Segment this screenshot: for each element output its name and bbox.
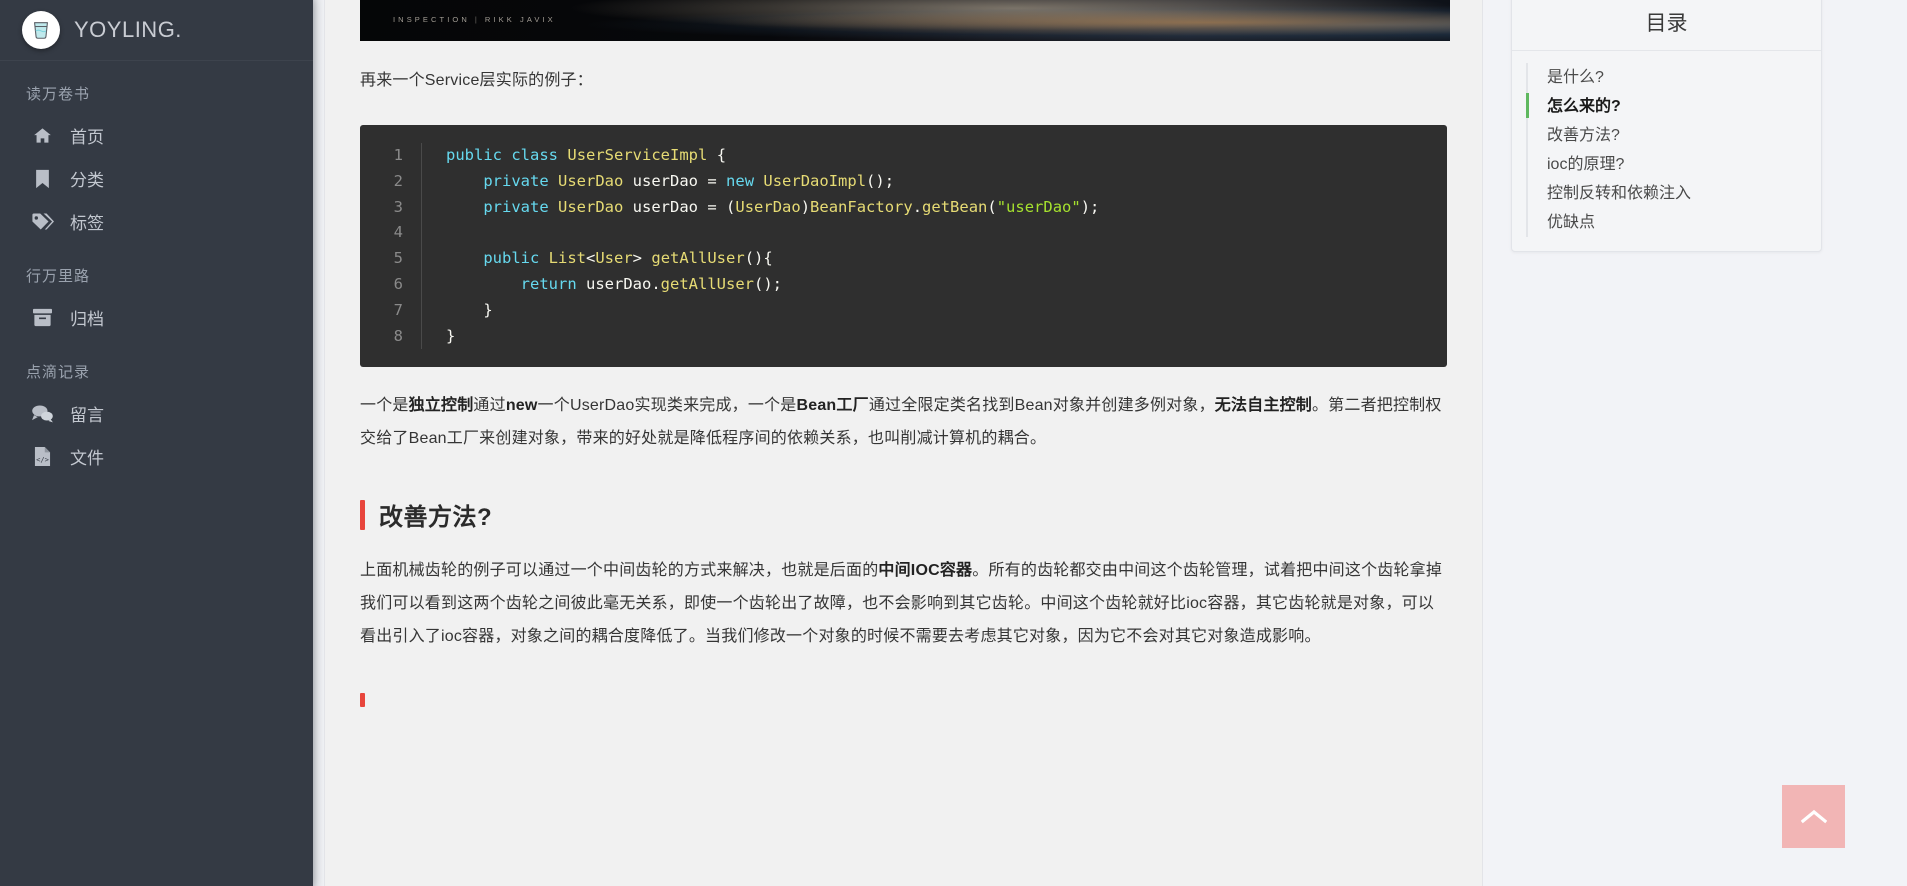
toc-list: 是什么? 怎么来的? 改善方法? ioc的原理? 控制反转和依赖注入 优缺点 [1512, 51, 1821, 251]
code-line-number: 4 [393, 223, 403, 242]
code-line: } [446, 326, 456, 345]
sidebar-item-label: 标签 [70, 214, 104, 233]
sidebar-item-tags[interactable]: 标签 [0, 200, 313, 243]
sidebar-item-label: 首页 [70, 128, 104, 147]
article-banner-image: INSPECTION | RIKK JAVIX [360, 0, 1450, 41]
app-root: YOYLING. 读万卷书 首页 分类 标签 行万里路 归档 点滴记录 留言 <… [0, 0, 1907, 886]
svg-text:</>: </> [36, 455, 49, 464]
sidebar-gutter [313, 0, 324, 886]
code-line-number: 7 [393, 300, 403, 319]
sidebar-item-home[interactable]: 首页 [0, 114, 313, 157]
nav-section-title-2: 点滴记录 [26, 364, 91, 381]
toc-item-0[interactable]: 是什么? [1512, 63, 1821, 92]
code-line-number: 6 [393, 274, 403, 293]
code-content[interactable]: public class UserServiceImpl { private U… [422, 143, 1099, 349]
section-heading-improve: 改善方法? [360, 497, 1447, 532]
water-glass-icon [22, 11, 60, 49]
paragraph-after-code: 一个是独立控制通过new一个UserDao实现类来完成，一个是Bean工厂通过全… [360, 389, 1447, 455]
sidebar-item-archive[interactable]: 归档 [0, 296, 313, 339]
code-line-number: 8 [393, 326, 403, 345]
banner-caption: INSPECTION | RIKK JAVIX [393, 15, 556, 24]
toc-column: 目录 是什么? 怎么来的? 改善方法? ioc的原理? 控制反转和依赖注入 优缺… [1483, 0, 1907, 886]
nav-section-title-0: 读万卷书 [26, 86, 91, 103]
toc-title: 目录 [1512, 0, 1821, 51]
page-title: 改善方法? [379, 504, 493, 532]
archive-icon [30, 307, 54, 329]
comments-icon [30, 403, 54, 425]
heading-accent-bar [360, 693, 365, 708]
back-to-top-button[interactable] [1782, 785, 1845, 848]
sidebar-item-categories[interactable]: 分类 [0, 157, 313, 200]
text-run: 一个UserDao实现类来完成，一个是 [537, 397, 797, 415]
text-run: 通过全限定类名找到Bean对象并创建多例对象， [868, 397, 1215, 415]
code-line: } [483, 300, 493, 319]
brand[interactable]: YOYLING. [0, 0, 313, 61]
code-line-number: 5 [393, 249, 403, 268]
toc-item-2[interactable]: 改善方法? [1512, 121, 1821, 150]
code-block: 1 2 3 4 5 6 7 8 public class UserServiceImpl { … [360, 125, 1447, 368]
toc-item-4[interactable]: 控制反转和依赖注入 [1512, 179, 1821, 208]
toc-item-5[interactable]: 优缺点 [1512, 208, 1821, 237]
chevron-up-icon [1800, 809, 1827, 825]
code-line-numbers: 1 2 3 4 5 6 7 8 [360, 143, 422, 350]
text-bold: Bean工厂 [796, 397, 869, 415]
heading-accent-bar [360, 499, 365, 530]
file-code-icon: </> [30, 446, 54, 468]
home-icon [30, 125, 54, 147]
tags-icon [30, 211, 54, 233]
code-line-number: 3 [393, 197, 403, 216]
paragraph-improve: 上面机械齿轮的例子可以通过一个中间齿轮的方式来解决，也就是后面的中间IOC容器。… [360, 554, 1447, 653]
article: INSPECTION | RIKK JAVIX 再来一个Service层实际的例子：… [324, 0, 1483, 886]
banner-caption-separator: | [474, 15, 480, 24]
text-run: 通过 [473, 397, 506, 415]
text-run: 一个是 [360, 397, 409, 415]
code-line: private UserDao userDao = (UserDao)BeanF… [483, 197, 1100, 216]
sidebar-item-comments[interactable]: 留言 [0, 392, 313, 435]
lead-paragraph: 再来一个Service层实际的例子： [360, 72, 593, 89]
toc-item-3[interactable]: ioc的原理? [1512, 150, 1821, 179]
section-heading-next-partial [360, 693, 1447, 708]
text-bold: 中间IOC容器 [878, 562, 973, 580]
brand-name: YOYLING. [74, 17, 182, 42]
code-line: private UserDao userDao = new UserDaoImp… [483, 171, 895, 190]
code-line: public List<User> getAllUser(){ [483, 249, 773, 268]
content-wrap: INSPECTION | RIKK JAVIX 再来一个Service层实际的例子：… [324, 0, 1907, 886]
sidebar-item-label: 归档 [70, 310, 104, 329]
code-line: public class UserServiceImpl { [446, 146, 727, 164]
banner-caption-right: RIKK JAVIX [484, 15, 556, 24]
sidebar-item-label: 分类 [70, 171, 104, 190]
toc-item-1[interactable]: 怎么来的? [1512, 92, 1821, 121]
sidebar-item-label: 文件 [70, 449, 104, 468]
code-line-number: 2 [393, 171, 403, 190]
bookmark-icon [30, 168, 54, 190]
table-of-contents: 目录 是什么? 怎么来的? 改善方法? ioc的原理? 控制反转和依赖注入 优缺… [1511, 0, 1822, 252]
text-bold: 无法自主控制 [1214, 397, 1312, 415]
banner-caption-left: INSPECTION [393, 15, 470, 24]
code-line-number: 1 [393, 146, 403, 164]
code-line: return userDao.getAllUser(); [520, 274, 782, 293]
nav-section-title-1: 行万里路 [26, 268, 91, 285]
sidebar-item-label: 留言 [70, 406, 104, 425]
sidebar: YOYLING. 读万卷书 首页 分类 标签 行万里路 归档 点滴记录 留言 <… [0, 0, 313, 886]
text-bold: new [505, 397, 538, 415]
text-bold: 独立控制 [408, 397, 474, 415]
sidebar-item-files[interactable]: </> 文件 [0, 435, 313, 478]
text-run: 上面机械齿轮的例子可以通过一个中间齿轮的方式来解决，也就是后面的 [360, 562, 879, 580]
